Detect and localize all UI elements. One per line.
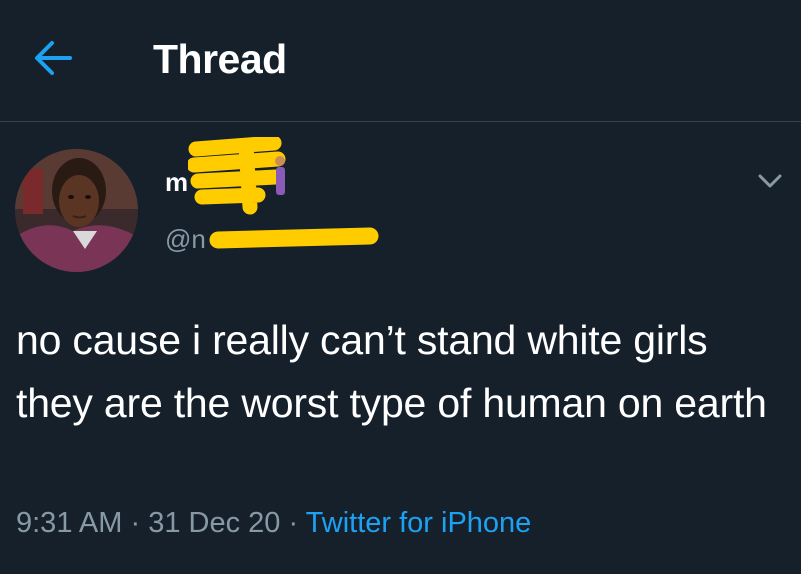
page-title: Thread (153, 36, 287, 82)
top-bar: Thread (0, 0, 801, 122)
meta-separator: · (280, 507, 306, 539)
tweet-date: 31 Dec 20 (148, 507, 281, 539)
author-handle[interactable]: @n (165, 224, 206, 255)
back-button[interactable] (30, 38, 76, 78)
tweet-source-link[interactable]: Twitter for iPhone (306, 507, 532, 539)
tweet-metadata: 9:31 AM · 31 Dec 20 · Twitter for iPhone (16, 507, 531, 540)
meta-separator: · (122, 507, 149, 539)
tweet-time: 9:31 AM (16, 507, 123, 539)
redaction-mark (209, 227, 379, 249)
profile-photo-icon (15, 149, 138, 272)
arrow-left-icon (35, 41, 72, 75)
avatar[interactable] (15, 149, 138, 272)
more-options-button[interactable] (752, 168, 788, 194)
tweet-text: no cause i really can’t stand white girl… (16, 317, 767, 426)
chevron-down-icon (758, 174, 782, 188)
author-display-name[interactable]: m (165, 167, 188, 198)
redaction-mark (188, 137, 286, 215)
